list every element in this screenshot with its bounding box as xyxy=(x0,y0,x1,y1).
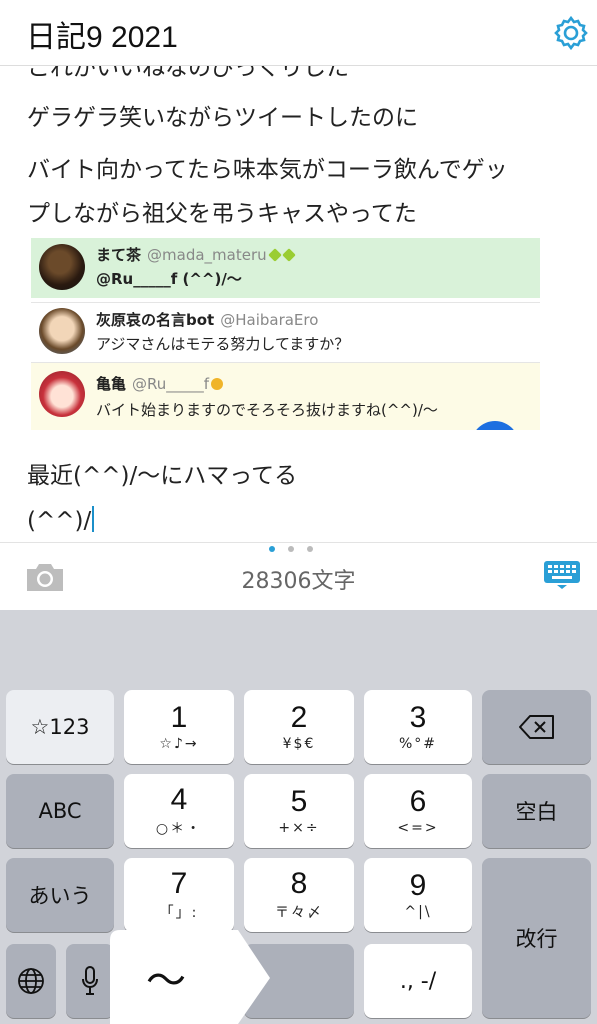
symbol-mode-key[interactable]: ☆123 xyxy=(6,690,114,764)
badge-icon xyxy=(281,248,296,262)
tweet-author: 灰原哀の名言bot @HaibaraEro xyxy=(96,311,319,329)
dictation-key[interactable] xyxy=(66,944,114,1018)
embedded-image[interactable]: まて茶 @mada_materu @Ru_____f (^^)/〜 灰原哀の名言b… xyxy=(31,238,540,430)
key-8[interactable]: 8 〒々〆 xyxy=(244,858,354,932)
abc-mode-key[interactable]: ABC xyxy=(6,774,114,848)
keyboard: ☆123 ABC あいう 1 ☆♪→ 2 ¥$€ 3 %°# 4 ○＊・ 5 +×÷ 6 <… xyxy=(0,610,597,1024)
page-title: 日記9 2021 xyxy=(26,21,178,54)
page-indicator xyxy=(269,546,319,554)
microphone-icon xyxy=(82,966,98,995)
key-5[interactable]: 5 +×÷ xyxy=(244,774,354,848)
avatar xyxy=(39,244,85,290)
key-4[interactable]: 4 ○＊・ xyxy=(124,774,234,848)
space-key[interactable]: 空白 xyxy=(482,774,591,848)
editor-line: プしながら祖父を弔うキャスやってた xyxy=(27,201,417,227)
key-popup-shape xyxy=(110,930,270,1024)
backspace-icon xyxy=(518,715,554,739)
header: 日記9 2021 xyxy=(0,0,597,66)
badge-icon xyxy=(267,248,282,262)
editor-line: これがいいねなのびっくりした xyxy=(27,66,349,81)
key-9[interactable]: 9 ^|\ xyxy=(364,858,472,932)
page-dot xyxy=(269,546,275,552)
globe-key[interactable] xyxy=(6,944,56,1018)
kana-mode-key[interactable]: あいう xyxy=(6,858,114,932)
tweet-body: バイト始まりますのでそろそろ抜けますね(^^)/〜 xyxy=(96,401,438,419)
key-6[interactable]: 6 <=> xyxy=(364,774,472,848)
key-2[interactable]: 2 ¥$€ xyxy=(244,690,354,764)
tweet-item: 亀亀 @Ru_____f バイト始まりますのでそろそろ抜けますね(^^)/〜 xyxy=(31,362,540,430)
delete-key[interactable] xyxy=(482,690,591,764)
tweet-item: まて茶 @mada_materu @Ru_____f (^^)/〜 xyxy=(31,238,540,298)
key-punctuation[interactable]: ., -/ xyxy=(364,944,472,1018)
badge-icon xyxy=(211,378,224,390)
editor-toolbar: 28306文字 xyxy=(0,542,597,610)
tweet-body: アジマさんはモテる努力してますか？ xyxy=(96,335,350,353)
tweet-item: 灰原哀の名言bot @HaibaraEro アジマさんはモテる努力してますか？ xyxy=(31,302,540,360)
avatar xyxy=(39,371,85,417)
key-1[interactable]: 1 ☆♪→ xyxy=(124,690,234,764)
tweet-body: @Ru_____f (^^)/〜 xyxy=(96,270,242,288)
editor-line-current[interactable]: (^^)/ xyxy=(27,506,95,534)
text-caret xyxy=(92,506,95,532)
key-7[interactable]: 7 「」: xyxy=(124,858,234,932)
tweet-author: まて茶 @mada_materu xyxy=(96,244,296,265)
avatar xyxy=(39,308,85,354)
editor-line: バイト向かってたら味本気がコーラ飲んでゲッ xyxy=(27,157,508,183)
editor-line: ゲラゲラ笑いながらツイートしたのに xyxy=(27,105,418,131)
character-count: 28306文字 xyxy=(241,569,356,594)
globe-icon xyxy=(18,968,44,994)
editor-line: 最近(^^)/〜にハマってる xyxy=(27,463,298,489)
return-key[interactable]: 改行 xyxy=(482,858,591,1018)
page-dot xyxy=(307,546,313,552)
popup-character: 〜 xyxy=(146,958,186,1004)
key-popup: 〜 xyxy=(110,930,270,1024)
gear-icon[interactable] xyxy=(551,13,591,53)
keyboard-icon[interactable] xyxy=(543,560,581,590)
tweet-author: 亀亀 @Ru_____f xyxy=(96,373,224,394)
text-editor[interactable]: これがいいねなのびっくりした ゲラゲラ笑いながらツイートしたのに バイト向かって… xyxy=(0,66,597,542)
page-dot xyxy=(288,546,294,552)
key-3[interactable]: 3 %°# xyxy=(364,690,472,764)
